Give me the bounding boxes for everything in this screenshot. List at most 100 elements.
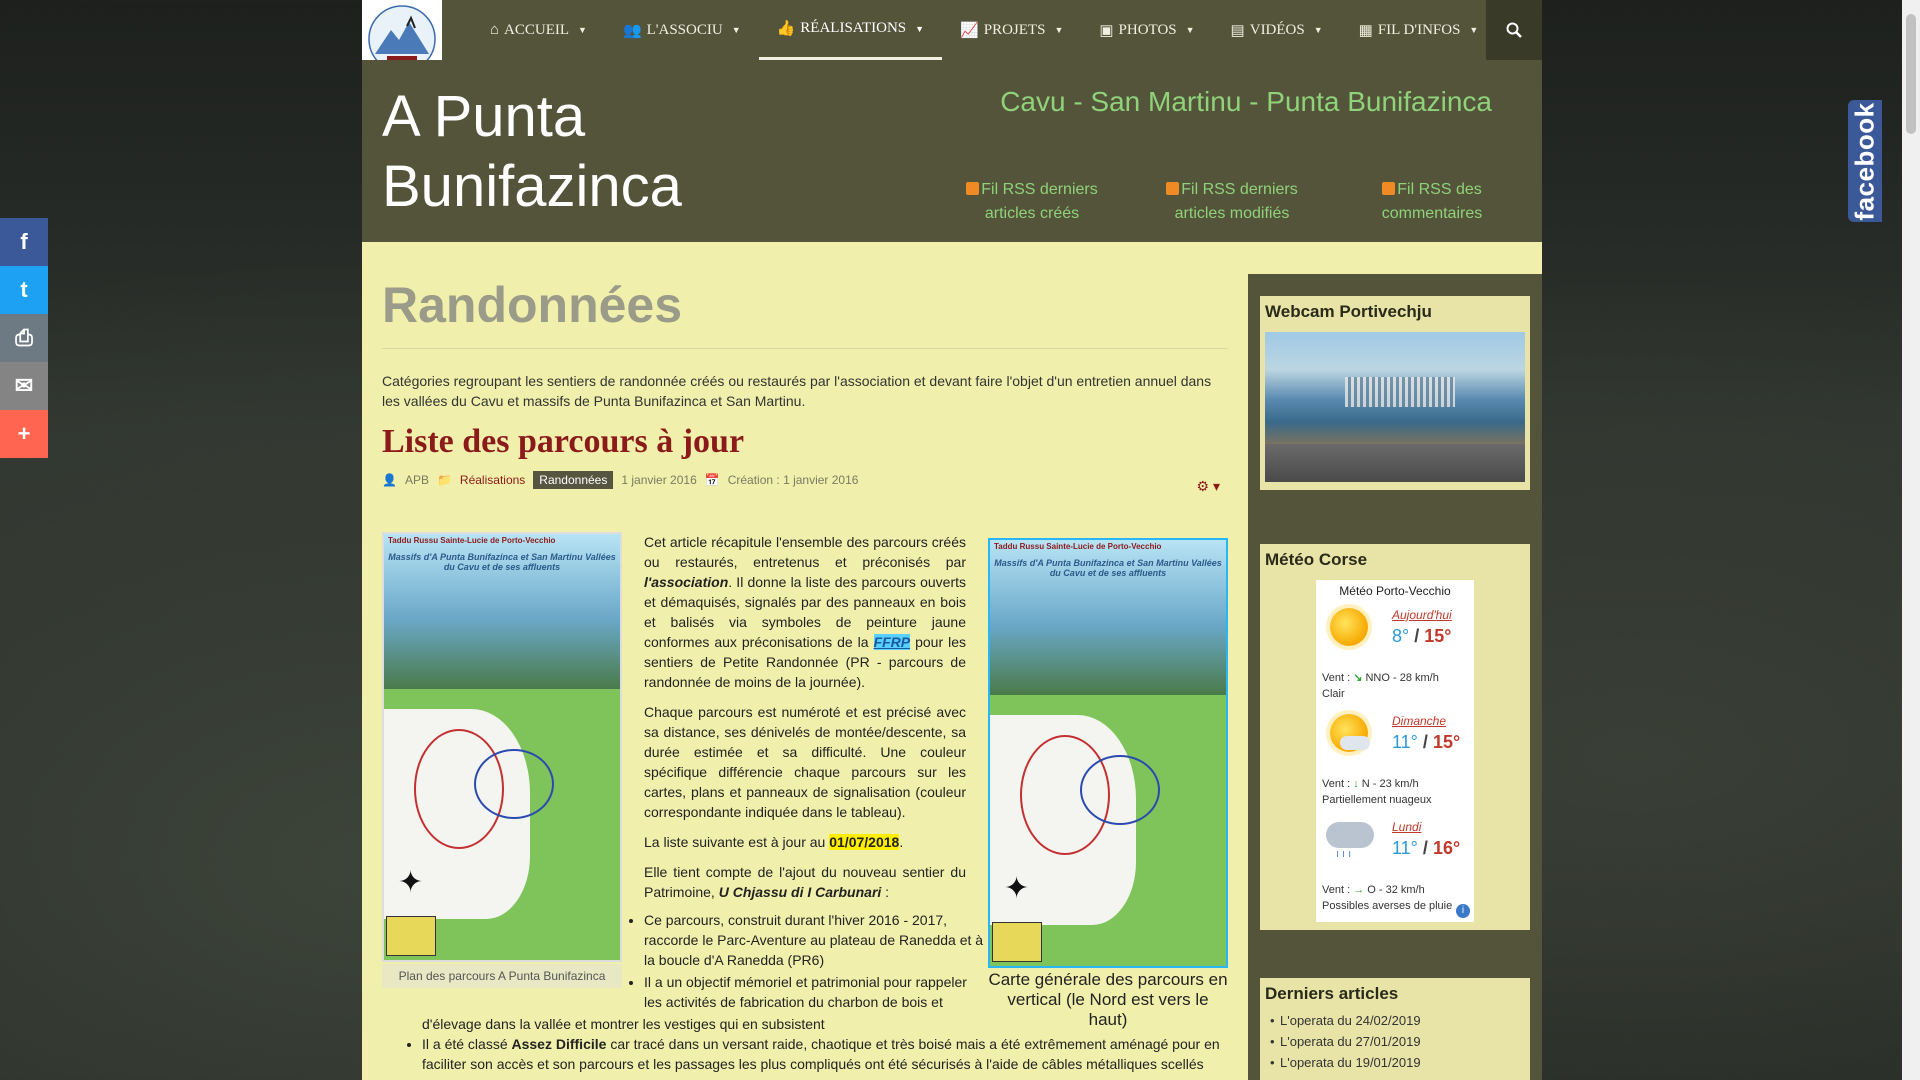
rss-label: Fil RSS derniers articles modifiés <box>1174 181 1298 222</box>
article-meta: 👤 APB 📁 Réalisations Randonnées 1 janvie… <box>382 471 1228 489</box>
route-line <box>474 749 554 819</box>
nav-label: ACCUEIL <box>504 21 570 38</box>
weather-day: Aujourd'hui 8° / 15° Vent : ↘ NNO - 28 k… <box>1320 602 1470 708</box>
nav-item-realisations[interactable]: 👍 RÉALISATIONS ▼ <box>758 0 943 60</box>
difficulty-label: Assez Difficile <box>511 1036 607 1052</box>
day-name[interactable]: Dimanche <box>1392 714 1446 728</box>
page-title: Randonnées <box>382 276 1228 349</box>
separator: / <box>1422 838 1428 858</box>
facebook-tab-label: facebook <box>1849 101 1880 221</box>
wind-direction: O - 32 km/h <box>1367 884 1425 896</box>
roof-detail <box>1265 444 1525 482</box>
caret-down-icon: ▼ <box>1185 25 1195 35</box>
list-item[interactable]: L'operata du 27/01/2019 <box>1260 1031 1530 1052</box>
route-line <box>1080 755 1160 825</box>
sky-condition: Clair <box>1322 688 1345 700</box>
nav-item-projets[interactable]: 📈 PROJETS ▼ <box>942 0 1081 60</box>
caret-down-icon: ▼ <box>731 25 741 35</box>
list-item: Il a été classé Assez Difficile car trac… <box>422 1034 1228 1074</box>
list-item[interactable]: L'operata du 24/02/2019 <box>1260 1010 1530 1031</box>
twitter-share-icon[interactable]: t <box>0 266 48 314</box>
text: Il a été classé <box>422 1036 512 1052</box>
nav-label: RÉALISATIONS <box>800 20 907 36</box>
folder-icon: 📁 <box>436 473 452 487</box>
more-share-icon[interactable]: + <box>0 410 48 458</box>
temperatures: 11° / 16° <box>1392 838 1460 859</box>
category-badge[interactable]: Randonnées <box>533 471 614 489</box>
rss-icon <box>1166 182 1180 195</box>
facebook-tab[interactable]: facebook <box>1848 100 1882 222</box>
trail-name: U Chjassu di I Carbunari <box>718 884 882 900</box>
nav-item-accueil[interactable]: ⌂ ACCUEIL ▼ <box>472 0 605 60</box>
rss-label: Fil RSS des commentaires <box>1381 181 1483 222</box>
nav-item-fil-infos[interactable]: ▦ FIL D'INFOS ▼ <box>1341 0 1497 60</box>
day-name[interactable]: Lundi <box>1392 820 1421 834</box>
parent-category-link[interactable]: Réalisations <box>460 473 525 487</box>
temp-min: 8° <box>1392 626 1410 646</box>
sun-icon <box>1330 608 1368 646</box>
paragraph-intro: Cet article récapitule l'ensemble des pa… <box>644 532 966 692</box>
user-icon: 👤 <box>382 473 397 487</box>
rain-icon <box>1326 822 1374 848</box>
info-icon[interactable]: i <box>1456 904 1470 918</box>
weather-location: Météo Porto-Vecchio <box>1339 584 1451 598</box>
map-image-left[interactable]: Taddu Russu Sainte-Lucie de Porto-Vecchi… <box>382 532 622 962</box>
wind-label: Vent : <box>1322 778 1354 790</box>
rss-icon <box>966 182 980 195</box>
chart-icon: 📈 <box>960 22 979 39</box>
trail-bullets-list: Il a été classé Assez Difficile car trac… <box>402 1034 1228 1074</box>
webcam-image[interactable] <box>1265 332 1525 482</box>
image-caption-left: Plan des parcours A Punta Bunifazinca <box>382 964 622 988</box>
paragraph-date: La liste suivante est à jour au 01/07/20… <box>644 832 966 852</box>
rss-link-created[interactable]: Fil RSS derniers articles créés <box>962 178 1102 226</box>
text: La liste suivante est à jour au <box>644 834 830 850</box>
thumbs-up-icon: 👍 <box>776 21 796 37</box>
nav-item-videos[interactable]: ▤ VIDÉOS ▼ <box>1213 0 1341 60</box>
map-image-right[interactable]: Taddu Russu Sainte-Lucie de Porto-Vecchi… <box>988 538 1228 968</box>
wind-arrow-icon: → <box>1353 884 1365 896</box>
temp-min: 11° <box>1392 838 1418 858</box>
list-item[interactable]: L'operata du 19/01/2019 <box>1260 1052 1530 1073</box>
article-title[interactable]: Liste des parcours à jour <box>382 423 1228 461</box>
main-content: Randonnées Catégories regroupant les sen… <box>382 276 1228 1072</box>
caret-down-icon: ▼ <box>1054 25 1064 35</box>
weather-day: ııı Lundi 11° / 16° Vent : → O - 32 km/h… <box>1320 814 1470 920</box>
map-photo-banner: Taddu Russu Sainte-Lucie de Porto-Vecchi… <box>990 540 1226 695</box>
wind-info: Vent : ↘ NNO - 28 km/h Clair <box>1322 670 1439 702</box>
map-legend <box>386 916 436 956</box>
rss-links: Fil RSS derniers articles créés Fil RSS … <box>962 178 1502 226</box>
widget-title: Derniers articles <box>1265 984 1399 1003</box>
caret-down-icon: ▼ <box>1469 25 1479 35</box>
article-author: APB <box>404 473 429 487</box>
compass-icon: ✦ <box>398 866 424 899</box>
email-icon[interactable]: ✉ <box>0 362 48 410</box>
map-subtitle: Massifs d'A Punta Bunifazinca et San Mar… <box>994 558 1222 578</box>
calendar-icon: 📅 <box>704 473 720 487</box>
update-date: 01/07/2018 <box>829 834 900 850</box>
wind-direction: NNO - 28 km/h <box>1365 672 1439 684</box>
wind-arrow-icon: ↓ <box>1353 778 1359 790</box>
social-share-bar: f t ⎙ ✉ + <box>0 218 48 458</box>
rss-link-modified[interactable]: Fil RSS derniers articles modifiés <box>1162 178 1302 226</box>
nav-label: FIL D'INFOS <box>1377 21 1461 38</box>
rss-link-comments[interactable]: Fil RSS des commentaires <box>1362 178 1502 226</box>
scrollbar[interactable] <box>1902 0 1920 1080</box>
nav-label: VIDÉOS <box>1249 21 1305 38</box>
ffrp-link[interactable]: FFRP <box>873 634 911 650</box>
nav-label: PHOTOS <box>1118 21 1177 38</box>
nav-item-photos[interactable]: ▣ PHOTOS ▼ <box>1081 0 1212 60</box>
search-button[interactable] <box>1486 0 1542 60</box>
nav-item-associu[interactable]: 👥 L'ASSOCIU ▼ <box>605 0 759 60</box>
facebook-share-icon[interactable]: f <box>0 218 48 266</box>
day-name[interactable]: Aujourd'hui <box>1392 608 1452 622</box>
site-title[interactable]: A Punta Bunifazinca <box>382 82 782 222</box>
print-icon[interactable]: ⎙ <box>0 314 48 362</box>
map-header: Taddu Russu Sainte-Lucie de Porto-Vecchi… <box>388 536 556 545</box>
created-date: Création : 1 janvier 2016 <box>727 473 859 487</box>
article-tools-button[interactable]: ⚙ ▾ <box>1197 478 1220 495</box>
widget-title: Météo Corse <box>1265 550 1368 569</box>
paragraph-details: Chaque parcours est numéroté et est préc… <box>644 704 966 820</box>
sky-condition: Possibles averses de pluie <box>1322 900 1453 912</box>
scrollbar-thumb[interactable] <box>1906 14 1916 134</box>
site-header: A Punta Bunifazinca Cavu - San Martinu -… <box>362 60 1542 242</box>
